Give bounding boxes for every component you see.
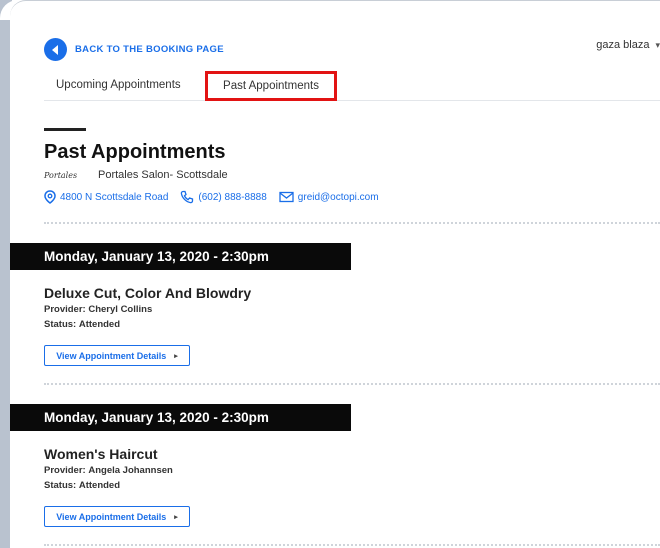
status-label: Status: [44, 480, 77, 491]
status-value: Attended [78, 319, 121, 330]
user-name: gaza blaza [596, 39, 650, 51]
status-value: Attended [78, 480, 121, 491]
chevron-down-icon: ▾ [655, 39, 660, 50]
status-label: Status: [44, 319, 77, 330]
arrow-right-icon: ▸ [174, 352, 178, 360]
tab-past-appointments[interactable]: Past Appointments [205, 71, 337, 101]
provider-name: Cheryl Collins [88, 304, 153, 315]
chevron-left-icon [44, 38, 67, 61]
appointment-date-bar: Monday, January 13, 2020 - 2:30pm [10, 404, 351, 431]
salon-name: Portales Salon- Scottsdale [98, 169, 228, 181]
salon-address: 4800 N Scottsdale Road [60, 191, 169, 203]
location-pin-icon [44, 190, 56, 204]
view-appointment-details-button[interactable]: View Appointment Details ▸ [44, 345, 190, 366]
provider-label: Provider: [44, 465, 86, 476]
details-button-label: View Appointment Details [56, 511, 167, 522]
tab-upcoming-appointments[interactable]: Upcoming Appointments [44, 79, 191, 91]
salon-logo: Portales [44, 170, 78, 180]
appointment-status: Status: Attended [44, 480, 120, 491]
salon-phone: (602) 888-8888 [198, 191, 267, 203]
appointment-service: Deluxe Cut, Color And Blowdry [44, 285, 252, 301]
view-appointment-details-button[interactable]: View Appointment Details ▸ [44, 506, 190, 527]
provider-name: Angela Johannsen [88, 465, 173, 476]
arrow-right-icon: ▸ [174, 513, 178, 521]
back-link-label: BACK TO THE BOOKING PAGE [75, 44, 224, 55]
salon-phone-link[interactable]: (602) 888-8888 [180, 190, 267, 204]
email-icon [279, 191, 294, 203]
salon-info: Portales Portales Salon- Scottsdale [44, 169, 228, 181]
salon-contact-row: 4800 N Scottsdale Road (602) 888-8888 gr… [44, 190, 391, 204]
provider-label: Provider: [44, 304, 86, 315]
appointment-service: Women's Haircut [44, 446, 158, 462]
appointment-provider: Provider: Angela Johannsen [44, 465, 173, 476]
section-divider [44, 222, 660, 224]
details-button-label: View Appointment Details [56, 350, 167, 361]
section-divider [44, 544, 660, 546]
salon-email: greid@octopi.com [297, 191, 379, 203]
salon-email-link[interactable]: greid@octopi.com [279, 191, 379, 203]
page-title: Past Appointments [44, 141, 226, 163]
heading-accent-rule [44, 128, 86, 131]
appointment-provider: Provider: Cheryl Collins [44, 304, 152, 315]
back-to-booking-link[interactable]: BACK TO THE BOOKING PAGE [44, 38, 224, 61]
phone-icon [181, 190, 194, 204]
appointment-date-bar: Monday, January 13, 2020 - 2:30pm [10, 243, 351, 270]
section-divider [44, 383, 660, 385]
appointment-tabs: Upcoming Appointments Past Appointments [44, 69, 660, 101]
user-menu[interactable]: gaza blaza ▾ [596, 39, 660, 51]
salon-address-link[interactable]: 4800 N Scottsdale Road [44, 190, 168, 204]
past-appointments-page: BACK TO THE BOOKING PAGE gaza blaza ▾ Up… [10, 0, 660, 548]
appointment-status: Status: Attended [44, 319, 120, 330]
